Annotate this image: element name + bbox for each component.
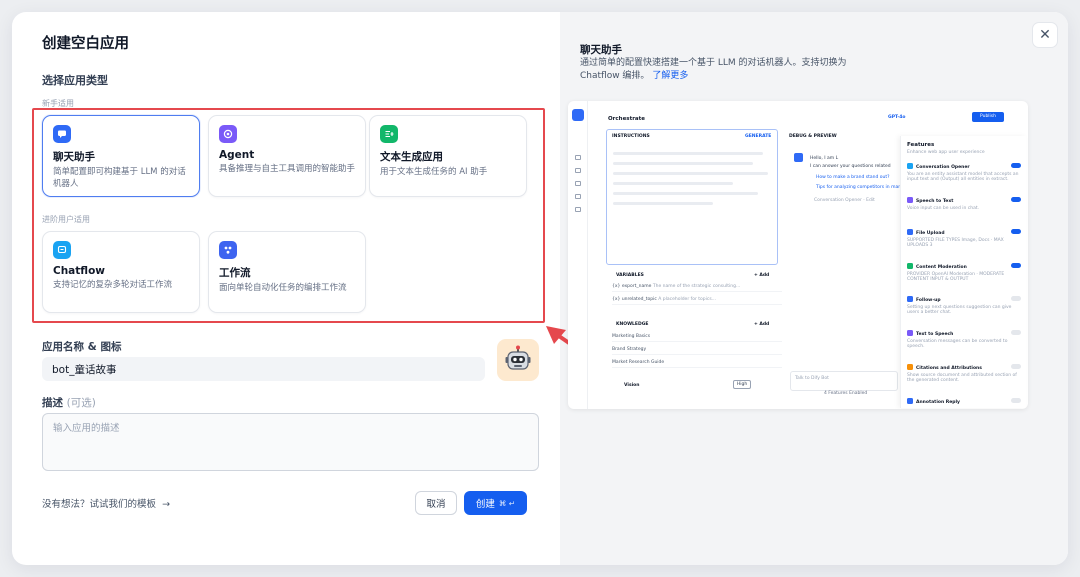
card-title: Agent	[219, 149, 255, 161]
card-title: 聊天助手	[53, 151, 95, 163]
app-type-card-chatflow[interactable]: Chatflow 支持记忆的复杂多轮对话工作流	[42, 231, 200, 313]
agent-robot-icon	[219, 125, 237, 143]
dialog-title: 创建空白应用	[42, 36, 129, 52]
mock-feature-item: Follow-up Setting up next questions sugge…	[907, 296, 1021, 316]
mock-variables-label: VARIABLES	[616, 273, 644, 278]
mock-instructions-label: INSTRUCTIONS	[612, 134, 650, 139]
app-name-input[interactable]: bot_童话故事	[42, 357, 485, 381]
mock-add-variable: + Add	[754, 273, 770, 278]
mock-nav-icon	[575, 155, 581, 160]
mock-greeting: Hello, I am L	[810, 156, 839, 161]
mock-app-logo-icon	[572, 109, 584, 121]
mock-knowledge-row: Marketing Basics	[612, 334, 782, 342]
mock-feature-item: Speech to Text Voice input can be used in…	[907, 197, 1021, 211]
mock-orchestrate-title: Orchestrate	[608, 116, 645, 122]
keyboard-shortcut-icon: ⌘ ↵	[498, 498, 516, 508]
description-label-text: 描述	[42, 397, 63, 409]
workflow-icon	[219, 241, 237, 259]
mock-sidebar	[568, 101, 588, 409]
text-generator-icon	[380, 125, 398, 143]
card-description: 用于文本生成任务的 AI 助手	[380, 167, 488, 177]
app-type-card-workflow[interactable]: 工作流 面向单轮自动化任务的编排工作流	[208, 231, 366, 313]
create-button[interactable]: 创建 ⌘ ↵	[464, 491, 527, 515]
mock-chat-input: Talk to Dify Bot	[790, 371, 898, 391]
mock-knowledge-label: KNOWLEDGE	[616, 322, 649, 327]
mock-features-sub: Enhance web app user experience	[907, 150, 985, 155]
preview-title: 聊天助手	[580, 44, 622, 56]
mock-feature-item: File Upload SUPPORTED FILE TYPES Image, D…	[907, 229, 1021, 249]
mock-generate-label: GENERATE	[745, 134, 772, 139]
mock-instructions-box: INSTRUCTIONS GENERATE	[606, 129, 778, 265]
group-label-advanced: 进阶用户适用	[42, 215, 90, 224]
card-title: 工作流	[219, 267, 251, 279]
mock-opener-label: Conversation Opener · Edit	[814, 198, 875, 203]
chat-bubble-icon	[53, 125, 71, 143]
mock-features-panel: Features Enhance web app user experience…	[900, 136, 1026, 408]
preview-description: 通过简单的配置快速搭建一个基于 LLM 的对话机器人。支持切换为 Chatflo…	[580, 57, 880, 83]
card-description: 支持记忆的复杂多轮对话工作流	[53, 280, 173, 290]
robot-face-icon	[505, 345, 531, 370]
try-templates-link[interactable]: 没有想法？试试我们的模板 →	[42, 496, 170, 510]
mock-feature-item: Content Moderation PROVIDER OpenAI Modera…	[907, 263, 1021, 283]
card-description: 简单配置即可构建基于 LLM 的对话机器人	[53, 167, 186, 189]
mock-text-line	[613, 182, 733, 185]
description-textarea[interactable]: 输入应用的描述	[42, 413, 539, 471]
mock-feature-item: Conversation Opener You are an entity ass…	[907, 163, 1021, 183]
close-icon[interactable]: ✕	[1032, 22, 1058, 48]
mock-variable-row: {x} unrelated_topic A placeholder for to…	[612, 297, 782, 305]
card-title: Chatflow	[53, 265, 105, 277]
preview-screenshot: Orchestrate GPT-4o Publish INSTRUCTIONS …	[568, 101, 1028, 409]
mock-vision-label: Vision	[624, 383, 640, 388]
mock-knowledge-row: Market Research Guide	[612, 360, 782, 368]
optional-hint: (可选)	[66, 397, 96, 409]
app-name-label: 应用名称 & 图标	[42, 341, 122, 353]
mock-feature-item: Text to Speech Conversation messages can …	[907, 330, 1021, 350]
mock-greeting-2: I can answer your questions related	[810, 164, 891, 169]
mock-suggestion: How to make a brand stand out?	[816, 175, 890, 180]
mock-nav-icon	[575, 207, 581, 212]
mock-high-option: High	[733, 380, 751, 389]
mock-debug-preview-label: DEBUG & PREVIEW	[789, 134, 837, 139]
preview-description-text: 通过简单的配置快速搭建一个基于 LLM 的对话机器人。支持切换为 Chatflo…	[580, 58, 847, 81]
mock-text-line	[613, 152, 763, 155]
mock-knowledge-row: Brand Strategy	[612, 347, 782, 355]
app-icon-picker[interactable]	[497, 339, 539, 381]
try-templates-text: 没有想法？试试我们的模板	[42, 499, 157, 510]
app-type-card-agent[interactable]: Agent 具备推理与自主工具调用的智能助手	[208, 115, 366, 197]
mock-nav-icon	[575, 194, 581, 199]
app-type-card-chatbot[interactable]: 聊天助手 简单配置即可构建基于 LLM 的对话机器人	[42, 115, 200, 197]
cancel-button[interactable]: 取消	[415, 491, 457, 515]
chatflow-icon	[53, 241, 71, 259]
arrow-right-icon: →	[159, 499, 171, 510]
mock-publish-button: Publish	[972, 112, 1004, 122]
mock-text-line	[613, 202, 713, 205]
card-description: 具备推理与自主工具调用的智能助手	[219, 164, 356, 174]
app-type-section-label: 选择应用类型	[42, 74, 108, 87]
card-description: 面向单轮自动化任务的编排工作流	[219, 283, 347, 293]
mock-features-enabled: 4 Features Enabled	[824, 391, 868, 396]
mock-features-title: Features	[907, 142, 935, 148]
create-button-label: 创建	[475, 499, 495, 510]
learn-more-link[interactable]: 了解更多	[652, 71, 688, 81]
card-title: 文本生成应用	[380, 151, 443, 163]
mock-model-name: GPT-4o	[888, 115, 906, 120]
create-form-panel: 创建空白应用 选择应用类型 新手适用 进阶用户适用 聊天助手 简单配置即可构建基…	[12, 12, 560, 565]
mock-nav-icon	[575, 168, 581, 173]
mock-feature-item: Citations and Attributions Show source do…	[907, 364, 1021, 384]
mock-variable-row: {x} export_name The name of the strategi…	[612, 284, 782, 292]
mock-suggestion: Tips for analyzing competitors in market	[816, 185, 908, 190]
description-label: 描述 (可选)	[42, 395, 96, 410]
mock-text-line	[613, 162, 753, 165]
mock-add-knowledge: + Add	[754, 322, 770, 327]
mock-text-line	[613, 192, 758, 195]
mock-feature-item: Annotation Reply	[907, 398, 1021, 405]
app-type-card-text-generator[interactable]: 文本生成应用 用于文本生成任务的 AI 助手	[369, 115, 527, 197]
mock-bot-avatar-icon	[794, 153, 803, 162]
mock-text-line	[613, 172, 768, 175]
mock-nav-icon	[575, 181, 581, 186]
